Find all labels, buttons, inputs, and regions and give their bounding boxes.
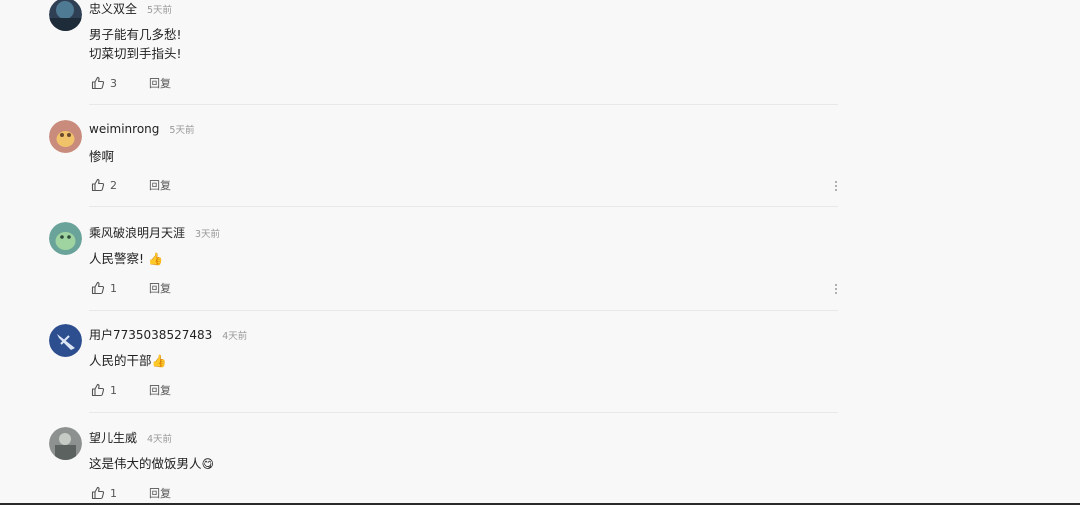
comment-text: 人民警察! 👍 bbox=[89, 251, 163, 266]
like-count: 2 bbox=[110, 178, 117, 192]
comment-author[interactable]: 用户7735038527483 4天前 bbox=[89, 326, 247, 343]
comment-time: 5天前 bbox=[169, 125, 195, 136]
like-button[interactable]: 1 bbox=[91, 486, 149, 500]
comment-author[interactable]: weiminrong 5天前 bbox=[89, 122, 194, 136]
comment-text: 惨啊 bbox=[89, 149, 115, 164]
more-options-icon[interactable] bbox=[832, 283, 840, 297]
thumbs-up-emoji: 👍 bbox=[151, 354, 167, 368]
like-button[interactable]: 1 bbox=[91, 383, 149, 397]
yum-emoji: 😋 bbox=[201, 457, 215, 471]
divider bbox=[89, 104, 838, 105]
like-count: 1 bbox=[110, 486, 117, 500]
avatar[interactable] bbox=[49, 120, 82, 153]
comment-text: 男子能有几多愁! 切菜切到手指头! bbox=[89, 27, 182, 61]
reply-button[interactable]: 回复 bbox=[149, 75, 171, 91]
divider bbox=[89, 310, 838, 311]
thumbs-up-icon bbox=[91, 178, 105, 192]
divider bbox=[89, 412, 838, 413]
thumbs-up-icon bbox=[91, 76, 105, 90]
comment-author[interactable]: 望儿生威 4天前 bbox=[89, 429, 172, 446]
reply-button[interactable]: 回复 bbox=[149, 382, 171, 398]
thumbs-up-icon bbox=[91, 281, 105, 295]
like-count: 1 bbox=[110, 383, 117, 397]
comment-text: 这是伟大的做饭男人😋 bbox=[89, 456, 215, 471]
comment-author[interactable]: 乘风破浪明月天涯 3天前 bbox=[89, 224, 220, 241]
divider bbox=[89, 206, 838, 207]
avatar[interactable] bbox=[49, 324, 82, 357]
more-options-icon[interactable] bbox=[832, 180, 840, 194]
comment-actions: 1 回复 bbox=[91, 383, 171, 397]
comment-actions: 1 回复 bbox=[91, 281, 171, 295]
comment-time: 5天前 bbox=[147, 5, 173, 16]
comment-author[interactable]: 忠义双全 5天前 bbox=[89, 0, 172, 17]
like-button[interactable]: 1 bbox=[91, 281, 149, 295]
comment-actions: 2 回复 bbox=[91, 178, 171, 192]
reply-button[interactable]: 回复 bbox=[149, 177, 171, 193]
avatar[interactable] bbox=[49, 0, 82, 31]
thumbs-up-icon bbox=[91, 486, 105, 500]
like-button[interactable]: 3 bbox=[91, 76, 149, 90]
thumbs-up-icon bbox=[91, 383, 105, 397]
like-count: 1 bbox=[110, 281, 117, 295]
thumbs-up-emoji: 👍 bbox=[148, 252, 163, 266]
comment-text: 人民的干部👍 bbox=[89, 353, 167, 368]
comment-time: 3天前 bbox=[195, 229, 221, 240]
comment-time: 4天前 bbox=[147, 434, 173, 445]
like-button[interactable]: 2 bbox=[91, 178, 149, 192]
comment-actions: 1 回复 bbox=[91, 486, 171, 500]
avatar[interactable] bbox=[49, 222, 82, 255]
comment-actions: 3 回复 bbox=[91, 76, 171, 90]
avatar[interactable] bbox=[49, 427, 82, 460]
reply-button[interactable]: 回复 bbox=[149, 280, 171, 296]
comment-time: 4天前 bbox=[222, 331, 248, 342]
like-count: 3 bbox=[110, 76, 117, 90]
reply-button[interactable]: 回复 bbox=[149, 485, 171, 501]
